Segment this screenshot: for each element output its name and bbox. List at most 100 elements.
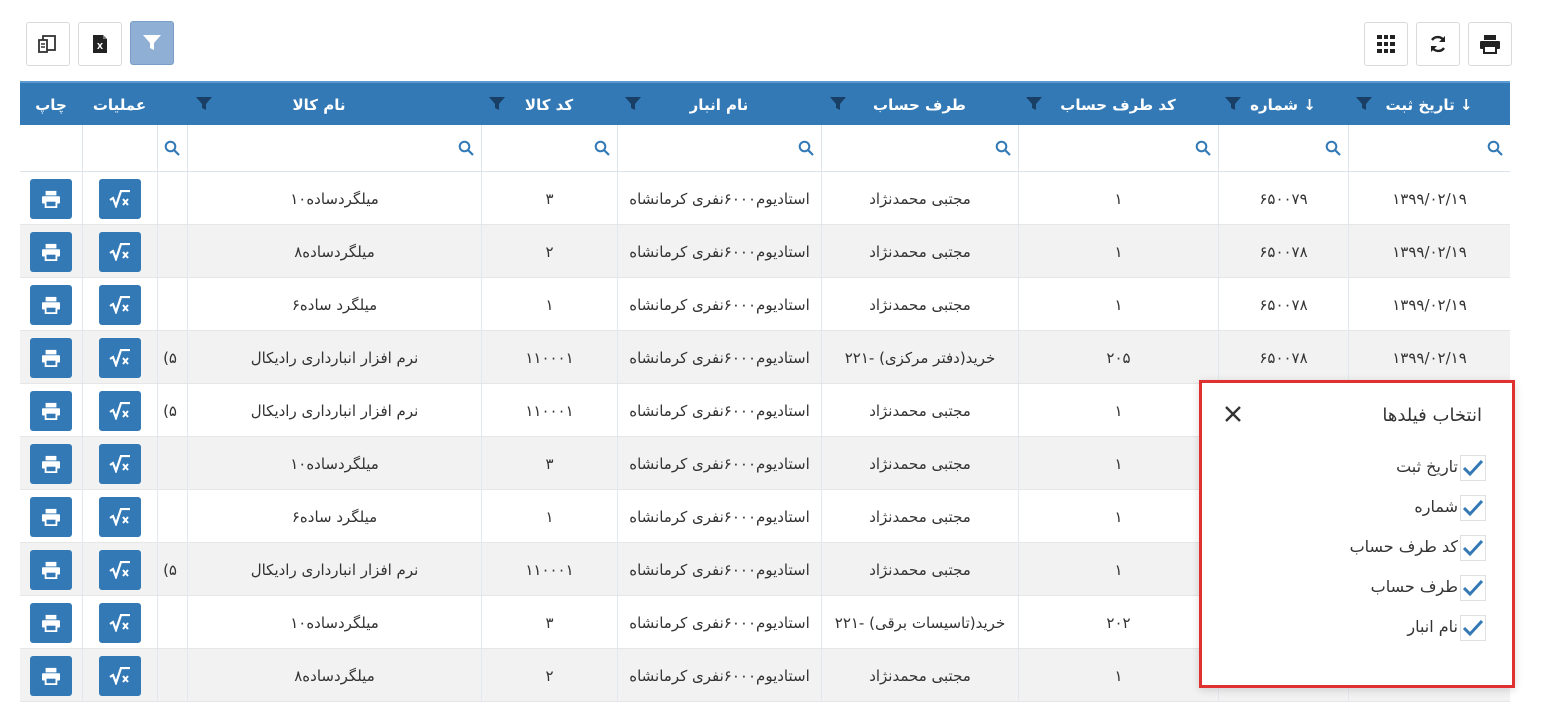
filter-input-extra[interactable] [157,125,187,171]
grid-layout-button[interactable] [1364,22,1408,66]
field-option-label[interactable]: نام انبار [1407,617,1458,636]
row-print-button[interactable] [30,178,72,219]
cell-account-code: ۱ [1018,543,1218,596]
filter-input-number[interactable] [1218,125,1348,171]
field-option-label[interactable]: شماره [1414,497,1458,516]
cell-item-name: میلگرد ساده۶ [187,278,481,331]
formula-icon [109,295,130,314]
column-chooser-icon [38,35,56,53]
col-header-account[interactable]: طرف حساب [821,83,1018,127]
field-option-label[interactable]: تاریخ ثبت [1396,457,1458,476]
cell-account: مجتبی محمدنژاد [821,490,1018,543]
cell-extra [157,278,187,331]
col-header-print: چاپ [35,96,67,114]
cell-date: ۱۳۹۹/۰۲/۱۹ [1348,172,1510,225]
filter-input-item-name[interactable] [187,125,481,171]
cell-number: ۶۵۰۰۷۸ [1218,331,1348,384]
filter-input-account[interactable] [821,125,1018,171]
filter-input-account-code[interactable] [1018,125,1218,171]
formula-icon [109,666,130,685]
filter-icon[interactable] [625,96,641,112]
cell-account-code: ۱ [1018,437,1218,490]
col-header-operations: عملیات [92,96,147,114]
operations-button[interactable] [99,549,141,590]
col-header-warehouse[interactable]: نام انبار [617,83,821,127]
cell-account: مجتبی محمدنژاد [821,225,1018,278]
row-print-button[interactable] [30,655,72,696]
operations-button[interactable] [99,655,141,696]
row-print-button[interactable] [30,284,72,325]
formula-icon [109,507,130,526]
cell-warehouse: استادیوم۶۰۰۰نفری کرمانشاه [617,172,821,225]
table-row[interactable]: ۱۳۹۹/۰۲/۱۹ ۶۵۰۰۷۸ ۱ مجتبی محمدنژاد استادیوم۶… [20,278,1510,331]
excel-export-button[interactable]: X [78,22,122,66]
print-icon [42,667,60,685]
operations-button[interactable] [99,178,141,219]
operations-button[interactable] [99,337,141,378]
filter-input-item-code[interactable] [481,125,617,171]
refresh-button[interactable] [1416,22,1460,66]
field-checkbox[interactable] [1460,495,1486,521]
field-checkbox[interactable] [1460,615,1486,641]
field-option-label[interactable]: طرف حساب [1371,577,1458,596]
filter-icon[interactable] [489,96,505,112]
table-row[interactable]: ۱۳۹۹/۰۲/۱۹ ۶۵۰۰۷۸ ۱ مجتبی محمدنژاد استادیوم۶… [20,225,1510,278]
cell-extra: (۵ [157,384,187,437]
filter-toggle-button[interactable] [130,21,174,65]
cell-warehouse: استادیوم۶۰۰۰نفری کرمانشاه [617,649,821,702]
cell-print [20,437,82,490]
cell-warehouse: استادیوم۶۰۰۰نفری کرمانشاه [617,278,821,331]
cell-item-code: ۲ [481,225,617,278]
col-header-date[interactable]: تاریخ ثبت ↓ [1348,83,1510,127]
cell-print [20,543,82,596]
check-icon [1463,540,1483,556]
filter-input-warehouse[interactable] [617,125,821,171]
cell-operations [82,490,157,543]
filter-input-date[interactable] [1348,125,1510,171]
operations-button[interactable] [99,284,141,325]
filter-icon[interactable] [1356,96,1372,112]
filter-icon[interactable] [1026,96,1042,112]
cell-date: ۱۳۹۹/۰۲/۱۹ [1348,278,1510,331]
operations-button[interactable] [99,390,141,431]
field-checkbox[interactable] [1460,455,1486,481]
filter-icon[interactable] [830,96,846,112]
column-chooser-button[interactable] [26,22,70,66]
cell-print [20,278,82,331]
print-icon [42,296,60,314]
cell-item-code: ۱۱۰۰۰۱ [481,543,617,596]
print-button[interactable] [1468,22,1512,66]
operations-button[interactable] [99,443,141,484]
operations-button[interactable] [99,496,141,537]
row-print-button[interactable] [30,496,72,537]
cell-account: ۲۲۱- خرید(تاسیسات برقی) [821,596,1018,649]
row-print-button[interactable] [30,231,72,272]
search-icon [164,140,180,156]
row-print-button[interactable] [30,390,72,431]
filter-row [20,125,1510,172]
close-icon[interactable] [1224,405,1242,423]
row-print-button[interactable] [30,443,72,484]
filter-icon[interactable] [1225,96,1241,112]
cell-item-code: ۲ [481,649,617,702]
cell-warehouse: استادیوم۶۰۰۰نفری کرمانشاه [617,490,821,543]
field-checkbox[interactable] [1460,535,1486,561]
operations-button[interactable] [99,602,141,643]
cell-date: ۱۳۹۹/۰۲/۱۹ [1348,225,1510,278]
search-icon [1195,140,1211,156]
row-print-button[interactable] [30,337,72,378]
col-header-account-code[interactable]: کد طرف حساب [1018,83,1218,127]
field-option-label[interactable]: کد طرف حساب [1350,537,1458,556]
cell-date: ۱۳۹۹/۰۲/۱۹ [1348,331,1510,384]
cell-item-code: ۱۱۰۰۰۱ [481,384,617,437]
field-checkbox[interactable] [1460,575,1486,601]
filter-icon[interactable] [196,96,212,112]
cell-item-code: ۳ [481,437,617,490]
row-print-button[interactable] [30,549,72,590]
formula-icon [109,454,130,473]
print-icon [42,243,60,261]
operations-button[interactable] [99,231,141,272]
table-row[interactable]: ۱۳۹۹/۰۲/۱۹ ۶۵۰۰۷۹ ۱ مجتبی محمدنژاد استادیوم۶… [20,172,1510,225]
table-row[interactable]: ۱۳۹۹/۰۲/۱۹ ۶۵۰۰۷۸ ۲۰۵ ۲۲۱- خرید(دفتر مرکزی)… [20,331,1510,384]
row-print-button[interactable] [30,602,72,643]
